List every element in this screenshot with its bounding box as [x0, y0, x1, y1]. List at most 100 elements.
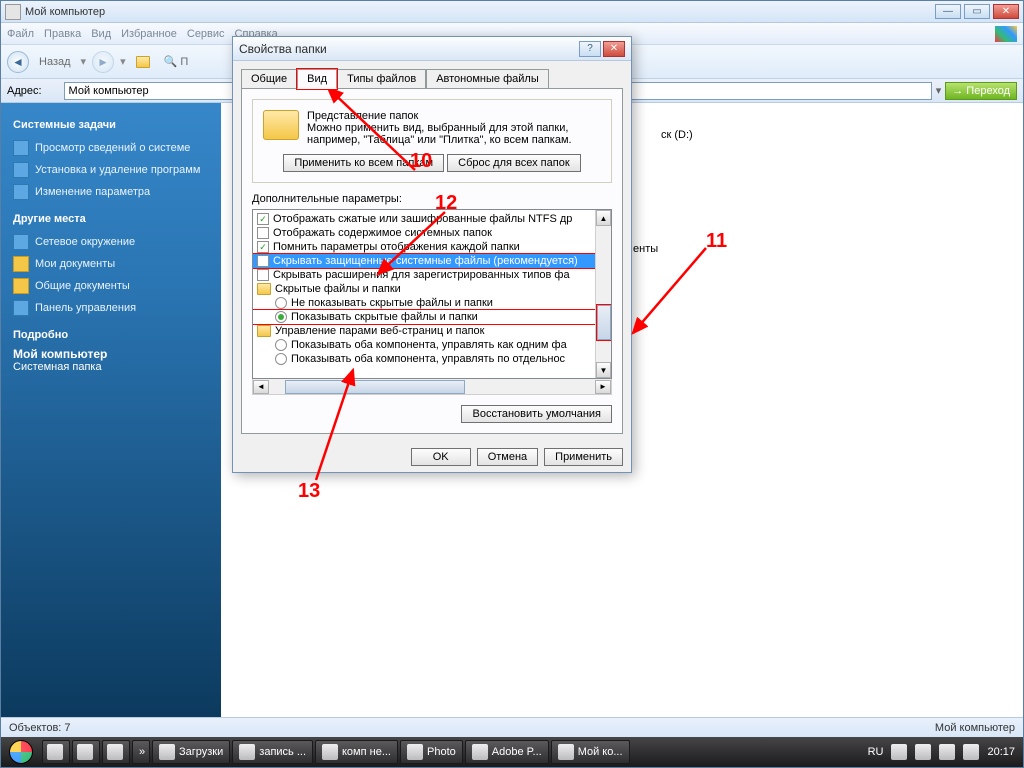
taskbar-item[interactable]: Мой ко...	[551, 740, 630, 764]
back-label[interactable]: Назад	[35, 50, 75, 74]
list-item[interactable]: Отображать содержимое системных папок	[253, 226, 595, 240]
minimize-button[interactable]: —	[935, 4, 961, 19]
radio-icon[interactable]	[275, 297, 287, 309]
apply-button[interactable]: Применить	[544, 448, 623, 466]
hscroll-thumb[interactable]	[285, 380, 465, 394]
app-icon	[107, 744, 123, 760]
tray-icon[interactable]	[891, 744, 907, 760]
menu-view[interactable]: Вид	[91, 28, 111, 40]
content-item[interactable]: енты	[633, 243, 658, 255]
clock[interactable]: 20:17	[987, 746, 1015, 758]
tab-filetypes[interactable]: Типы файлов	[337, 69, 426, 89]
task-settings[interactable]: Изменение параметра	[13, 181, 209, 203]
advanced-settings-list[interactable]: ✓Отображать сжатые или зашифрованные фай…	[252, 209, 612, 379]
list-item[interactable]: Показывать оба компонента, управлять как…	[253, 338, 595, 352]
menu-fav[interactable]: Избранное	[121, 28, 177, 40]
word-icon	[322, 744, 338, 760]
quicklaunch-more[interactable]: »	[132, 740, 150, 764]
windows-logo-icon	[995, 26, 1017, 42]
folder-icon	[13, 256, 29, 272]
reset-all-button[interactable]: Сброс для всех папок	[447, 154, 581, 172]
list-item[interactable]: Скрывать защищенные системные файлы (рек…	[253, 254, 595, 268]
info-icon	[13, 140, 29, 156]
scroll-right-button[interactable]: ►	[595, 380, 611, 394]
taskbar-item[interactable]: Photo	[400, 740, 463, 764]
tab-view[interactable]: Вид	[297, 69, 337, 89]
list-item[interactable]: Не показывать скрытые файлы и папки	[253, 296, 595, 310]
vertical-scrollbar[interactable]: ▲ ▼	[595, 210, 611, 378]
menu-tools[interactable]: Сервис	[187, 28, 225, 40]
list-item[interactable]: Скрытые файлы и папки	[253, 282, 595, 296]
volume-icon[interactable]	[963, 744, 979, 760]
start-button[interactable]	[1, 737, 41, 767]
task-addremove[interactable]: Установка и удаление программ	[13, 159, 209, 181]
list-item[interactable]: Показывать скрытые файлы и папки	[253, 310, 595, 324]
place-control[interactable]: Панель управления	[13, 297, 209, 319]
search-button[interactable]: 🔍 П	[160, 50, 193, 74]
list-item[interactable]: ✓Отображать сжатые или зашифрованные фай…	[253, 212, 595, 226]
scroll-down-button[interactable]: ▼	[596, 362, 611, 378]
menu-edit[interactable]: Правка	[44, 28, 81, 40]
checkbox-icon[interactable]	[257, 269, 269, 281]
menu-file[interactable]: Файл	[7, 28, 34, 40]
address-label: Адрес:	[7, 85, 42, 97]
explorer-titlebar: Мой компьютер — ▭ ✕	[1, 1, 1023, 23]
forward-button[interactable]: ►	[92, 51, 114, 73]
ok-button[interactable]: OK	[411, 448, 471, 466]
system-tray: RU 20:17	[860, 744, 1023, 760]
cancel-button[interactable]: Отмена	[477, 448, 538, 466]
scroll-up-button[interactable]: ▲	[596, 210, 611, 226]
tray-icon[interactable]	[915, 744, 931, 760]
list-item[interactable]: Скрывать расширения для зарегистрированн…	[253, 268, 595, 282]
dialog-close-button[interactable]: ✕	[603, 41, 625, 57]
lang-indicator[interactable]: RU	[868, 746, 884, 758]
go-button[interactable]: → Переход	[945, 82, 1017, 100]
checkbox-icon[interactable]: ✓	[257, 213, 269, 225]
dialog-title: Свойства папки	[239, 42, 327, 56]
taskbar-item[interactable]: Adobe P...	[465, 740, 549, 764]
folder-views-group: Представление папок Можно применить вид,…	[252, 99, 612, 183]
maximize-button[interactable]: ▭	[964, 4, 990, 19]
checkbox-icon[interactable]	[257, 227, 269, 239]
programs-icon	[13, 162, 29, 178]
back-button[interactable]: ◄	[7, 51, 29, 73]
checkbox-icon[interactable]: ✓	[257, 241, 269, 253]
place-mydocs[interactable]: Мои документы	[13, 253, 209, 275]
content-item[interactable]: ск (D:)	[661, 129, 693, 141]
taskbar-item[interactable]: комп не...	[315, 740, 398, 764]
radio-icon[interactable]	[275, 311, 287, 323]
apply-all-button[interactable]: Применить ко всем папкам	[283, 154, 444, 172]
list-item[interactable]: ✓ Помнить параметры отображения каждой па…	[253, 240, 595, 254]
folder-icon	[257, 325, 271, 337]
quicklaunch-item[interactable]	[42, 740, 70, 764]
scroll-thumb[interactable]	[597, 305, 611, 340]
taskbar-item[interactable]: Загрузки	[152, 740, 230, 764]
place-network[interactable]: Сетевое окружение	[13, 231, 209, 253]
horizontal-scrollbar[interactable]: ◄ ►	[252, 379, 612, 395]
place-shared[interactable]: Общие документы	[13, 275, 209, 297]
tab-offline[interactable]: Автономные файлы	[426, 69, 549, 89]
restore-defaults-button[interactable]: Восстановить умолчания	[461, 405, 612, 423]
up-button[interactable]	[132, 50, 154, 74]
list-item-label: Показывать оба компонента, управлять как…	[291, 339, 567, 351]
explorer-icon	[558, 744, 574, 760]
tab-general[interactable]: Общие	[241, 69, 297, 89]
settings-icon	[13, 184, 29, 200]
tasks-heading: Системные задачи	[13, 119, 209, 131]
scroll-left-button[interactable]: ◄	[253, 380, 269, 394]
list-item[interactable]: Показывать оба компонента, управлять по …	[253, 352, 595, 366]
close-button[interactable]: ✕	[993, 4, 1019, 19]
taskbar: » Загрузки запись ... комп не... Photo A…	[1, 737, 1023, 767]
help-button[interactable]: ?	[579, 41, 601, 57]
computer-icon	[46, 84, 60, 98]
radio-icon[interactable]	[275, 339, 287, 351]
list-item-label: Помнить параметры отображения каждой пап…	[273, 241, 520, 253]
task-sysinfo[interactable]: Просмотр сведений о системе	[13, 137, 209, 159]
quicklaunch-item[interactable]	[102, 740, 130, 764]
quicklaunch-item[interactable]	[72, 740, 100, 764]
checkbox-icon[interactable]	[257, 255, 269, 267]
list-item[interactable]: Управление парами веб-страниц и папок	[253, 324, 595, 338]
taskbar-item[interactable]: запись ...	[232, 740, 313, 764]
tray-icon[interactable]	[939, 744, 955, 760]
radio-icon[interactable]	[275, 353, 287, 365]
